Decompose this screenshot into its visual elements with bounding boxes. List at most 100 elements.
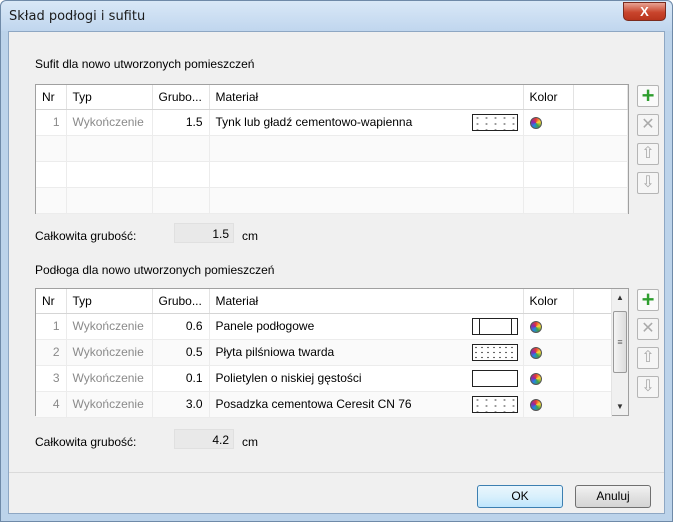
cell-empty — [573, 109, 628, 136]
color-palette-icon[interactable] — [529, 398, 542, 411]
column-header-material[interactable]: Materiał — [209, 85, 524, 110]
arrow-up-icon: ⇧ — [641, 145, 655, 162]
move-down-button[interactable]: ⇩ — [637, 172, 659, 194]
table-row[interactable]: 3 Wykończenie 0.1 Polietylen o niskiej g… — [36, 365, 612, 392]
x-icon: ✕ — [641, 320, 655, 337]
table-row[interactable]: 1 Wykończenie 0.6 Panele podłogowe — [36, 313, 612, 340]
material-name: Polietylen o niskiej gęstości — [215, 371, 362, 385]
cell-nr: 1 — [36, 313, 67, 340]
title-bar[interactable]: Skład podłogi i sufitu X — [1, 1, 672, 31]
color-palette-icon[interactable] — [529, 320, 542, 333]
window-title: Skład podłogi i sufitu — [9, 9, 146, 24]
add-layer-button[interactable]: + — [637, 289, 659, 311]
cell-color[interactable] — [523, 365, 574, 392]
x-icon: ✕ — [641, 116, 655, 133]
cell-color[interactable] — [523, 313, 574, 340]
table-row[interactable]: 1 Wykończenie 1.5 Tynk lub gładź cemento… — [36, 109, 628, 136]
plus-icon: + — [641, 287, 655, 312]
cell-nr: 4 — [36, 391, 67, 418]
cell-empty — [573, 391, 612, 418]
column-header-nr[interactable]: Nr — [36, 289, 67, 314]
cell-material[interactable]: Posadzka cementowa Ceresit CN 76 — [209, 391, 524, 418]
column-header-material[interactable]: Materiał — [209, 289, 524, 314]
delete-layer-button[interactable]: ✕ — [637, 318, 659, 340]
cell-empty — [573, 339, 612, 366]
move-up-button[interactable]: ⇧ — [637, 143, 659, 165]
cell-material[interactable]: Tynk lub gładź cementowo-wapienna — [209, 109, 524, 136]
hatch-pattern-swatch — [471, 395, 518, 413]
floor-layers-table[interactable]: Nr Typ Grubo... Materiał Kolor 1 Wykończ… — [35, 288, 629, 418]
color-palette-icon[interactable] — [529, 372, 542, 385]
cell-empty — [573, 365, 612, 392]
ceiling-layers-table[interactable]: Nr Typ Grubo... Materiał Kolor 1 Wykończ… — [35, 84, 629, 214]
cell-thickness[interactable]: 3.0 — [152, 391, 210, 418]
color-palette-icon[interactable] — [529, 346, 542, 359]
cell-typ: Wykończenie — [66, 391, 153, 418]
delete-layer-button[interactable]: ✕ — [637, 114, 659, 136]
scroll-up-arrow-icon[interactable]: ▲ — [612, 289, 628, 306]
move-down-button[interactable]: ⇩ — [637, 376, 659, 398]
table-row[interactable]: 4 Wykończenie 3.0 Posadzka cementowa Cer… — [36, 391, 612, 418]
scroll-down-arrow-icon[interactable]: ▼ — [612, 398, 628, 415]
cell-empty — [573, 313, 612, 340]
move-up-button[interactable]: ⇧ — [637, 347, 659, 369]
cancel-button[interactable]: Anuluj — [575, 485, 651, 508]
floor-total-thickness: 4.2 — [174, 429, 234, 449]
column-header-typ[interactable]: Typ — [66, 85, 153, 110]
cell-material[interactable]: Płyta pilśniowa twarda — [209, 339, 524, 366]
table-row-empty — [36, 187, 628, 214]
ceiling-section-label: Sufit dla nowo utworzonych pomieszczeń — [35, 57, 255, 71]
add-layer-button[interactable]: + — [637, 85, 659, 107]
column-header-thickness[interactable]: Grubo... — [152, 289, 210, 314]
cell-material[interactable]: Panele podłogowe — [209, 313, 524, 340]
floor-section-label: Podłoga dla nowo utworzonych pomieszczeń — [35, 263, 275, 277]
table-header-row: Nr Typ Grubo... Materiał Kolor — [36, 85, 628, 110]
cell-typ: Wykończenie — [66, 339, 153, 366]
column-header-typ[interactable]: Typ — [66, 289, 153, 314]
cell-thickness[interactable]: 0.1 — [152, 365, 210, 392]
table-row[interactable]: 2 Wykończenie 0.5 Płyta pilśniowa twarda — [36, 339, 612, 366]
ceiling-total-thickness: 1.5 — [174, 223, 234, 243]
cell-material[interactable]: Polietylen o niskiej gęstości — [209, 365, 524, 392]
ceiling-total-label: Całkowita grubość: — [35, 229, 137, 243]
floor-table-scrollbar[interactable]: ▲ ≡ ▼ — [611, 289, 628, 415]
cell-typ: Wykończenie — [66, 109, 153, 136]
cell-color[interactable] — [523, 391, 574, 418]
plus-icon: + — [641, 83, 655, 108]
column-header-color[interactable]: Kolor — [523, 85, 574, 110]
table-header-row: Nr Typ Grubo... Materiał Kolor — [36, 289, 612, 314]
table-row-empty — [36, 161, 628, 188]
close-button[interactable]: X — [623, 2, 666, 21]
material-name: Posadzka cementowa Ceresit CN 76 — [215, 397, 412, 411]
cell-color[interactable] — [523, 109, 574, 136]
cell-nr: 3 — [36, 365, 67, 392]
dialog-client-area: Sufit dla nowo utworzonych pomieszczeń N… — [8, 31, 665, 514]
scroll-thumb[interactable]: ≡ — [613, 311, 627, 373]
footer-divider — [9, 472, 664, 473]
hatch-pattern-swatch — [471, 317, 518, 335]
arrow-down-icon: ⇩ — [641, 174, 655, 191]
cell-nr: 2 — [36, 339, 67, 366]
arrow-down-icon: ⇩ — [641, 378, 655, 395]
hatch-pattern-swatch — [471, 369, 518, 387]
floor-total-label: Całkowita grubość: — [35, 435, 137, 449]
material-name: Płyta pilśniowa twarda — [215, 345, 335, 359]
material-name: Panele podłogowe — [215, 319, 315, 333]
cell-thickness[interactable]: 0.5 — [152, 339, 210, 366]
column-header-nr[interactable]: Nr — [36, 85, 67, 110]
column-header-empty — [573, 289, 612, 314]
color-palette-icon[interactable] — [529, 116, 542, 129]
ceiling-unit: cm — [242, 229, 258, 243]
cell-thickness[interactable]: 1.5 — [152, 109, 210, 136]
column-header-thickness[interactable]: Grubo... — [152, 85, 210, 110]
dialog-window: Skład podłogi i sufitu X Sufit dla nowo … — [0, 0, 673, 522]
cell-color[interactable] — [523, 339, 574, 366]
cell-thickness[interactable]: 0.6 — [152, 313, 210, 340]
ok-button[interactable]: OK — [477, 485, 563, 508]
cell-typ: Wykończenie — [66, 313, 153, 340]
column-header-color[interactable]: Kolor — [523, 289, 574, 314]
hatch-pattern-swatch — [471, 343, 518, 361]
hatch-pattern-swatch — [471, 113, 518, 131]
arrow-up-icon: ⇧ — [641, 349, 655, 366]
cell-nr: 1 — [36, 109, 67, 136]
